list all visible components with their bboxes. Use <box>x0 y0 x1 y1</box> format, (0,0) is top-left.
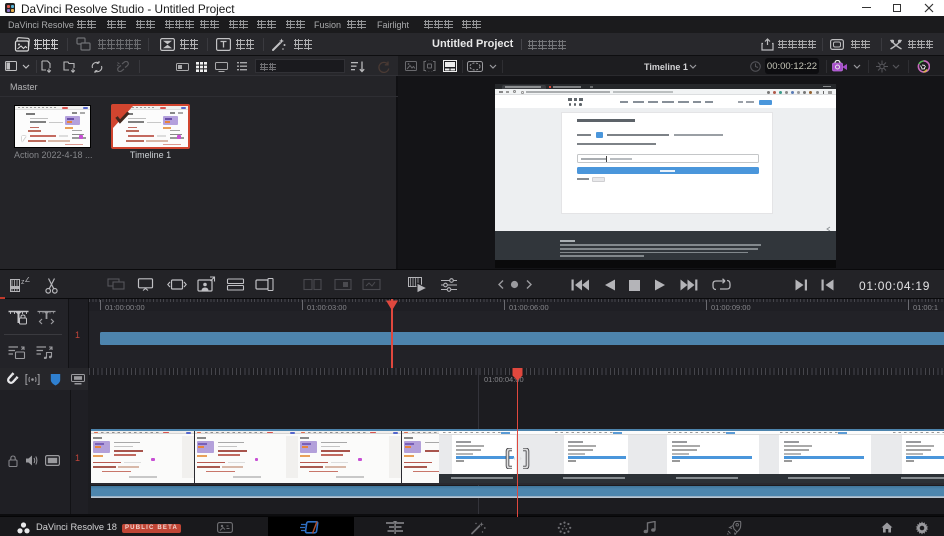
svg-text:Z: Z <box>25 277 30 284</box>
